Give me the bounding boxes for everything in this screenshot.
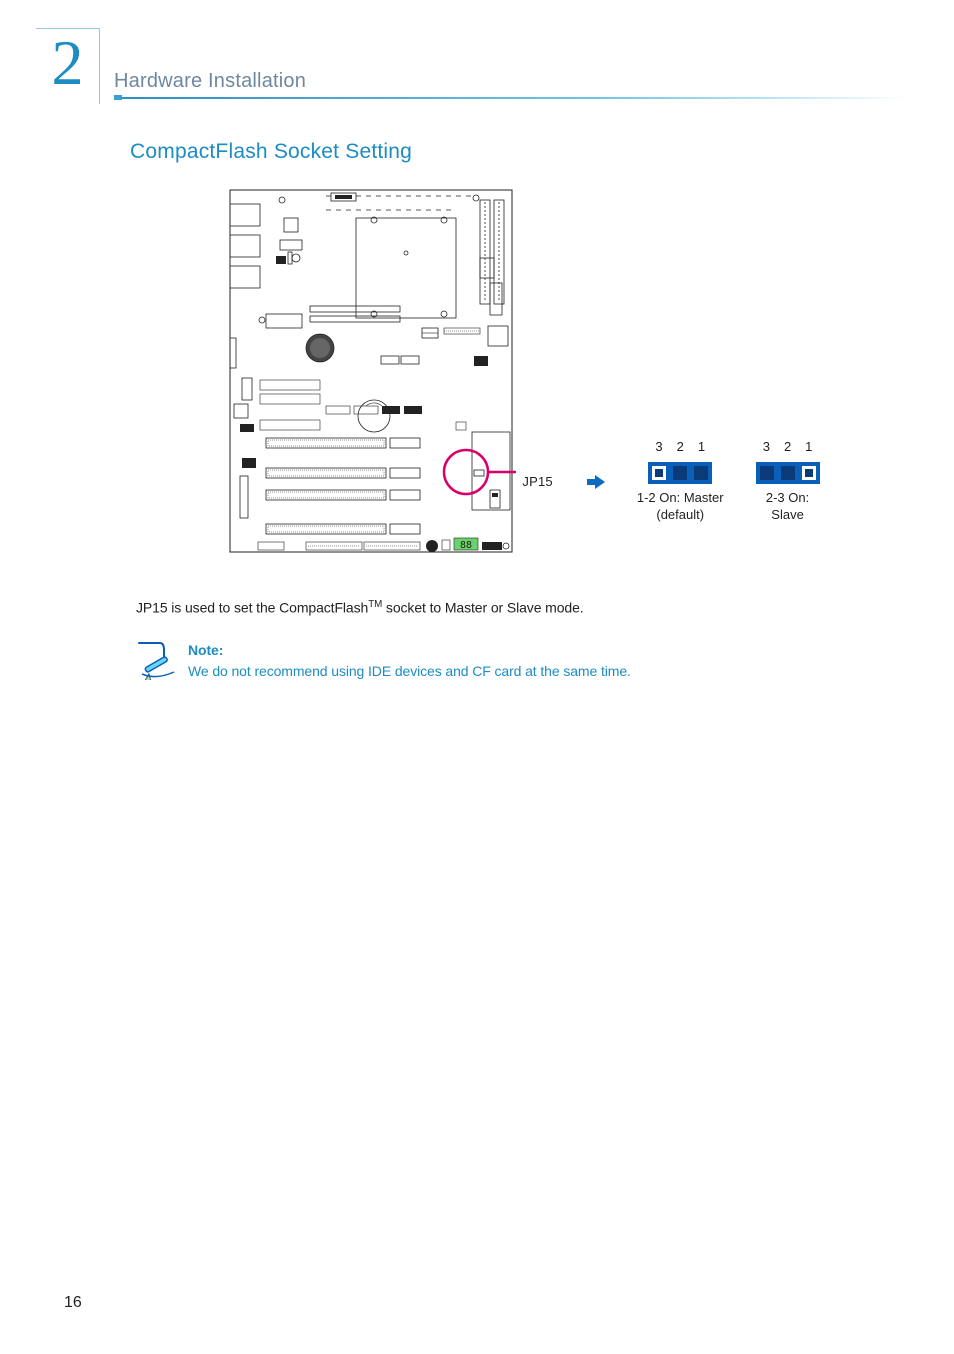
- jumper-desc-slave: 2-3 On: Slave: [766, 490, 809, 524]
- header-right: Hardware Installation: [114, 70, 906, 104]
- jumper-options: JP15 3 2 1 1-2 On: Master: [524, 439, 819, 524]
- jumper-reference-label: JP15: [522, 474, 552, 489]
- note-body: We do not recommend using IDE devices an…: [188, 663, 631, 679]
- main-figure: 88 JP15 3 2 1: [140, 188, 906, 563]
- jumper-option-slave: 3 2 1 2-3 On: Slave: [756, 439, 820, 524]
- jumper-diagram-master: [648, 462, 712, 484]
- page-header: 2 Hardware Installation: [36, 28, 906, 104]
- body-paragraph: JP15 is used to set the CompactFlashTM s…: [136, 599, 906, 616]
- jumper-option-master: 3 2 1 1-2 On: Master (default): [637, 439, 724, 524]
- pin-numbers: 3 2 1: [655, 439, 705, 454]
- header-title: Hardware Installation: [114, 70, 906, 93]
- chapter-number-box: 2: [36, 28, 100, 104]
- arrow-icon: [587, 475, 605, 489]
- jumper-desc-master: 1-2 On: Master (default): [637, 490, 724, 524]
- pin-numbers: 3 2 1: [763, 439, 813, 454]
- header-underline: [114, 95, 906, 100]
- note-text: Note: We do not recommend using IDE devi…: [188, 640, 631, 682]
- jumper-diagram-slave: [756, 462, 820, 484]
- note-pencil-icon: [136, 640, 180, 680]
- page-number: 16: [64, 1294, 82, 1312]
- svg-text:88: 88: [460, 540, 472, 551]
- chapter-number: 2: [52, 31, 84, 95]
- motherboard-diagram: 88: [226, 188, 516, 563]
- section-title: CompactFlash Socket Setting: [130, 140, 906, 164]
- note-label: Note:: [188, 642, 223, 658]
- note-block: Note: We do not recommend using IDE devi…: [136, 640, 906, 682]
